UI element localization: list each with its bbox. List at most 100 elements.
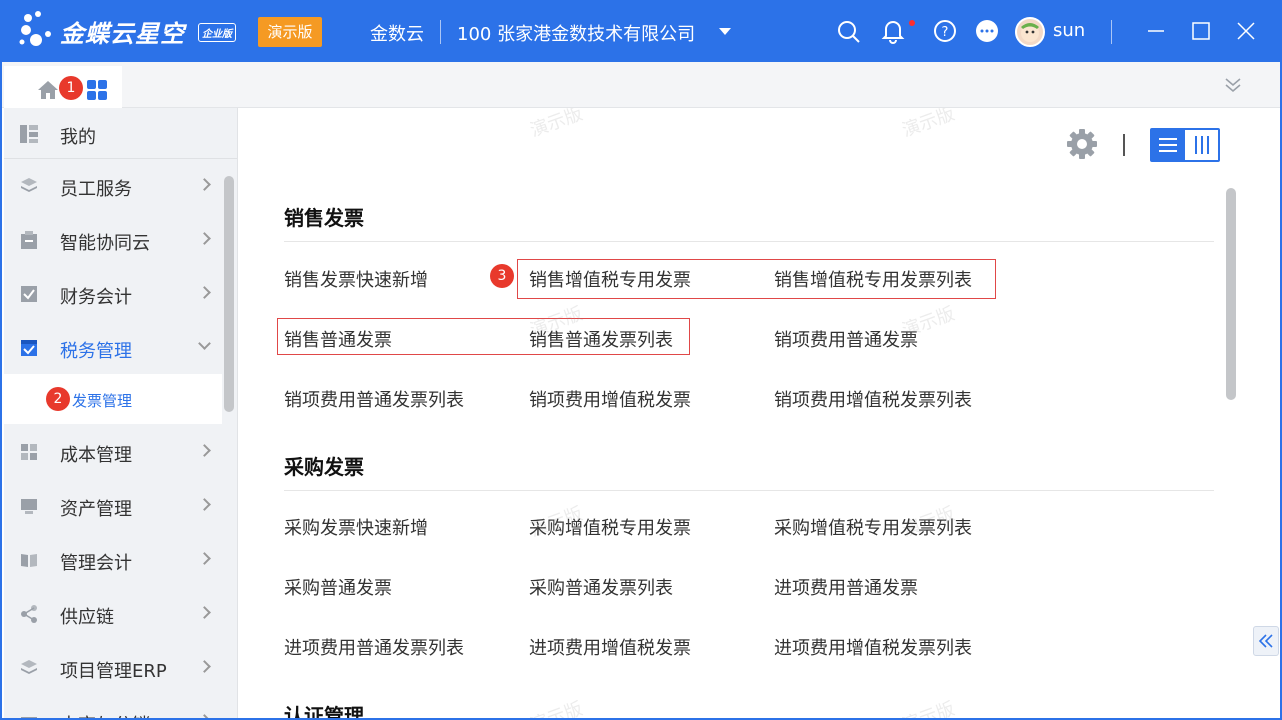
layers-icon [21,178,37,192]
svg-text:?: ? [942,25,949,40]
chevron-right-icon [198,660,211,673]
kingdee-logo-icon [19,11,51,46]
chevron-right-icon [198,286,211,299]
divider [284,241,1214,242]
list-icon [1159,138,1177,152]
sidebar-item-collab[interactable]: 智能协同云 [4,214,224,268]
chevron-right-icon [198,714,211,720]
top-bar: 金蝶云星空 企业版 演示版 金数云 100 张家港金数技术有限公司 ? sun [0,0,1282,62]
link-input-expense-vat-invoice[interactable]: 进项费用增值税发票 [529,634,691,660]
sidebar-item-cost[interactable]: 成本管理 [4,426,224,480]
sidebar-item-label: 财务会计 [60,287,132,308]
chevron-down-icon [198,337,211,350]
avatar[interactable] [1015,17,1045,47]
watermark: 演示版 [899,108,958,142]
bell-icon[interactable] [880,18,906,44]
link-output-expense-vat-invoice[interactable]: 销项费用增值税发票 [529,386,691,412]
column-view-icon[interactable] [1192,135,1212,155]
link-purchase-normal-invoice[interactable]: 采购普通发票 [284,574,392,600]
gear-icon[interactable] [1066,128,1098,160]
divider [4,158,237,159]
sidebar-scrollbar[interactable] [224,176,234,412]
org-name[interactable]: 金数云 [370,20,424,46]
sidebar-item-supply-chain[interactable]: 供应链 [4,588,224,642]
dashboard-icon [20,125,38,143]
layers-icon [21,660,37,674]
divider [284,490,1214,491]
link-output-expense-vat-invoice-list[interactable]: 销项费用增值税发票列表 [774,386,972,412]
notification-dot [909,20,915,26]
store-icon [21,717,37,720]
tax-icon [21,340,37,356]
chevron-right-icon [198,552,211,565]
chevron-right-icon [198,444,211,457]
edition-badge: 企业版 [198,23,236,42]
book-icon [21,554,37,567]
step-badge: 2 [46,387,70,411]
company-name[interactable]: 100 张家港金数技术有限公司 [457,20,695,46]
sidebar-item-label: 税务管理 [60,341,132,362]
watermark: 演示版 [527,108,586,142]
collapse-panel-button[interactable] [1253,626,1279,656]
link-output-expense-normal-invoice-list[interactable]: 销项费用普通发票列表 [284,386,464,412]
sidebar-item-finance[interactable]: 财务会计 [4,268,224,322]
main-scrollbar[interactable] [1226,188,1236,400]
view-toggle [1150,128,1220,162]
sidebar-item-project-erp[interactable]: 项目管理ERP [4,642,224,696]
main-panel: 销售发票 销售发票快速新增 销售增值税专用发票 销售增值税专用发票列表 销售普通… [239,108,1282,720]
check-box-icon [21,286,37,302]
link-input-expense-normal-invoice-list[interactable]: 进项费用普通发票列表 [284,634,464,660]
step-badge: 1 [59,76,83,100]
section-title-purchase-invoice: 采购发票 [284,455,364,479]
sidebar-item-management-accounting[interactable]: 管理会计 [4,534,224,588]
tab-bar: 1 [0,62,1282,108]
watermark: 演示版 [899,698,958,720]
close-icon[interactable] [1233,18,1259,44]
chevron-right-icon [198,606,211,619]
sidebar-item-label: 成本管理 [60,445,132,466]
link-sales-invoice-quick-add[interactable]: 销售发票快速新增 [284,266,428,292]
sidebar-item-ecommerce[interactable]: 电商与分销 [4,696,224,720]
chevron-right-icon [198,498,211,511]
list-view-button[interactable] [1152,130,1185,160]
sidebar-item-label: 智能协同云 [60,233,150,254]
tab-home[interactable]: 1 [4,66,122,108]
highlight-box [517,259,996,299]
sidebar-item-label: 我的 [60,127,96,148]
link-output-expense-normal-invoice[interactable]: 销项费用普通发票 [774,326,918,352]
maximize-icon[interactable] [1188,18,1214,44]
sidebar-subitem-invoice[interactable]: 2 发票管理 [4,374,222,424]
demo-button[interactable]: 演示版 [258,17,322,47]
section-title-sales-invoice: 销售发票 [284,206,364,230]
more-icon[interactable] [974,18,1000,44]
help-icon[interactable]: ? [932,18,958,44]
sidebar-item-tax[interactable]: 税务管理 [4,322,224,376]
share-icon [21,605,37,623]
home-icon[interactable] [37,80,59,100]
link-input-expense-vat-invoice-list[interactable]: 进项费用增值税发票列表 [774,634,972,660]
sidebar-item-label: 管理会计 [60,553,132,574]
sidebar-item-mine[interactable]: 我的 [4,108,224,162]
apps-grid-icon[interactable] [86,79,108,101]
minimize-icon[interactable] [1143,18,1169,44]
double-chevron-down-icon[interactable] [1224,76,1242,94]
divider [1111,20,1112,44]
link-purchase-vat-special-invoice[interactable]: 采购增值税专用发票 [529,514,691,540]
step-badge: 3 [490,264,514,288]
search-icon[interactable] [835,18,861,44]
section-title-certification: 认证管理 [284,704,364,720]
chevron-down-icon[interactable] [719,28,731,35]
link-input-expense-normal-invoice[interactable]: 进项费用普通发票 [774,574,918,600]
double-chevron-left-icon [1258,634,1273,648]
sidebar-subitem-label: 发票管理 [72,392,133,410]
link-purchase-vat-special-invoice-list[interactable]: 采购增值税专用发票列表 [774,514,972,540]
username[interactable]: sun [1053,20,1085,41]
link-purchase-invoice-quick-add[interactable]: 采购发票快速新增 [284,514,428,540]
sidebar-item-label: 项目管理ERP [60,661,167,682]
sidebar-item-employee-service[interactable]: 员工服务 [4,160,224,214]
chevron-right-icon [198,178,211,191]
sidebar-item-label: 供应链 [60,607,114,628]
sidebar: 我的 员工服务 智能协同云 财务会计 税务管理 2 发票管理 成本管理 资产管理… [4,108,238,720]
sidebar-item-asset[interactable]: 资产管理 [4,480,224,534]
link-purchase-normal-invoice-list[interactable]: 采购普通发票列表 [529,574,673,600]
